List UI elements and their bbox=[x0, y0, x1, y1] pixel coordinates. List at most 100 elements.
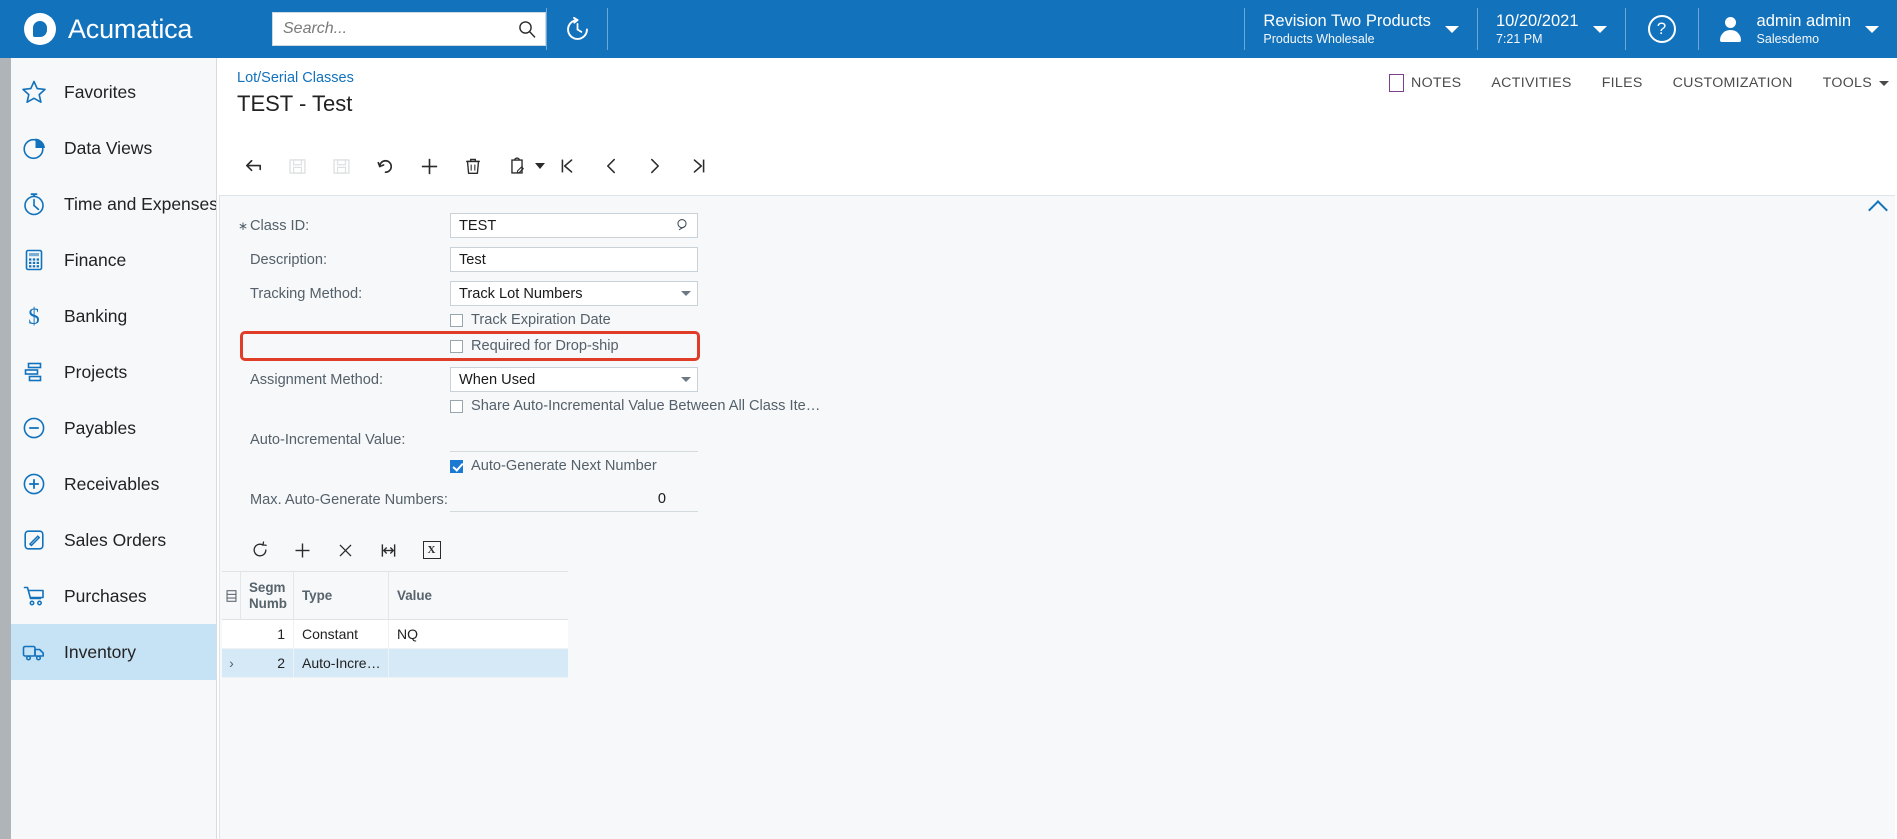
sidebar-item-receivables[interactable]: Receivables bbox=[0, 456, 216, 512]
activities-label: ACTIVITIES bbox=[1491, 75, 1572, 91]
main-navigation-sidebar: Favorites Data Views Time and Expenses F… bbox=[0, 58, 217, 839]
checkbox-row-auto-generate-next[interactable]: Auto-Generate Next Number bbox=[250, 453, 1895, 479]
assignment-method-select[interactable]: When Used bbox=[450, 367, 698, 392]
notes-button[interactable]: NOTES bbox=[1389, 74, 1461, 92]
search-input[interactable] bbox=[283, 20, 517, 38]
segment-number-line1: Segm bbox=[249, 579, 286, 595]
sidebar-scroll-rail[interactable] bbox=[0, 58, 11, 839]
first-record-icon[interactable] bbox=[545, 146, 589, 186]
sidebar-item-purchases[interactable]: Purchases bbox=[0, 568, 216, 624]
table-row[interactable]: 1 Constant NQ bbox=[222, 620, 568, 649]
calculator-icon bbox=[20, 247, 47, 274]
column-header-value[interactable]: Value bbox=[389, 572, 567, 619]
fit-columns-icon[interactable] bbox=[367, 532, 410, 568]
sidebar-item-inventory[interactable]: Inventory bbox=[0, 624, 216, 680]
tools-label: TOOLS bbox=[1822, 75, 1872, 91]
auto-generate-next-checkbox[interactable] bbox=[450, 459, 463, 473]
chevron-down-icon[interactable] bbox=[681, 377, 691, 382]
sidebar-item-finance[interactable]: Finance bbox=[0, 232, 216, 288]
table-row[interactable]: › 2 Auto-Incre… bbox=[222, 649, 568, 678]
column-header-segment-number[interactable]: Segm Numb bbox=[241, 572, 294, 619]
sidebar-item-data-views[interactable]: Data Views bbox=[0, 120, 216, 176]
clipboard-icon[interactable] bbox=[495, 146, 539, 186]
chevron-down-icon bbox=[1879, 80, 1889, 86]
sidebar-item-payables[interactable]: Payables bbox=[0, 400, 216, 456]
cell-type[interactable]: Auto-Incre… bbox=[294, 649, 389, 677]
recently-viewed-clock-icon[interactable] bbox=[547, 0, 607, 58]
tools-button[interactable]: TOOLS bbox=[1823, 75, 1889, 91]
lookup-search-icon[interactable] bbox=[676, 218, 691, 233]
sidebar-item-list: Favorites Data Views Time and Expenses F… bbox=[0, 58, 216, 680]
chevron-down-icon bbox=[1865, 25, 1879, 33]
minus-circle-icon bbox=[20, 415, 47, 442]
cell-segment-number[interactable]: 2 bbox=[241, 649, 294, 677]
column-header-type[interactable]: Type bbox=[294, 572, 389, 619]
sidebar-item-time-and-expenses[interactable]: Time and Expenses bbox=[0, 176, 216, 232]
track-expiration-label: Track Expiration Date bbox=[471, 312, 611, 328]
previous-record-icon[interactable] bbox=[589, 146, 633, 186]
user-name: admin admin bbox=[1756, 12, 1851, 30]
brand-home-button[interactable]: Acumatica bbox=[0, 0, 258, 58]
field-row-tracking-method: Tracking Method: Track Lot Numbers bbox=[250, 280, 1895, 307]
cell-segment-number[interactable]: 1 bbox=[241, 620, 294, 648]
checkbox-row-share-auto-incremental[interactable]: Share Auto-Incremental Value Between All… bbox=[250, 393, 1895, 419]
svg-text:$: $ bbox=[28, 304, 40, 329]
next-record-icon[interactable] bbox=[633, 146, 677, 186]
business-date-selector[interactable]: 10/20/2021 7:21 PM bbox=[1478, 0, 1625, 58]
description-input[interactable]: Test bbox=[450, 247, 698, 272]
activities-button[interactable]: ACTIVITIES bbox=[1491, 75, 1571, 91]
plus-icon[interactable] bbox=[407, 146, 451, 186]
sidebar-item-sales-orders[interactable]: Sales Orders bbox=[0, 512, 216, 568]
assignment-method-label: Assignment Method: bbox=[250, 371, 384, 388]
chevron-down-icon bbox=[1592, 25, 1607, 33]
sidebar-item-banking[interactable]: $ Banking bbox=[0, 288, 216, 344]
search-icon[interactable] bbox=[517, 19, 537, 39]
max-auto-generate-input[interactable]: 0 bbox=[450, 487, 698, 512]
track-expiration-checkbox[interactable] bbox=[450, 313, 463, 327]
export-excel-icon[interactable]: X bbox=[410, 532, 453, 568]
checkbox-row-required-dropship[interactable]: Required for Drop-ship bbox=[250, 333, 1895, 359]
customization-button[interactable]: CUSTOMIZATION bbox=[1673, 75, 1793, 91]
user-menu[interactable]: admin admin Salesdemo bbox=[1699, 0, 1897, 58]
brand-name: Acumatica bbox=[68, 13, 193, 44]
files-button[interactable]: FILES bbox=[1602, 75, 1643, 91]
description-label: Description: bbox=[250, 251, 328, 268]
delete-row-icon[interactable] bbox=[324, 532, 367, 568]
chevron-down-icon[interactable] bbox=[681, 291, 691, 296]
description-value: Test bbox=[459, 251, 486, 268]
form-fields: Class ID: TEST Description: bbox=[220, 196, 1895, 513]
cell-value[interactable]: NQ bbox=[389, 620, 567, 648]
row-select-icon[interactable] bbox=[222, 572, 241, 619]
back-arrow-icon[interactable] bbox=[231, 146, 275, 186]
undo-icon[interactable] bbox=[363, 146, 407, 186]
shopping-cart-icon bbox=[20, 583, 47, 610]
help-button[interactable]: ? bbox=[1626, 0, 1698, 58]
customization-label: CUSTOMIZATION bbox=[1672, 75, 1793, 91]
tracking-method-select[interactable]: Track Lot Numbers bbox=[450, 281, 698, 306]
trash-icon[interactable] bbox=[451, 146, 495, 186]
save-and-back-icon bbox=[275, 146, 319, 186]
last-record-icon[interactable] bbox=[677, 146, 721, 186]
auto-incremental-value-input[interactable] bbox=[450, 427, 698, 452]
stopwatch-icon bbox=[20, 191, 47, 218]
clipboard-dropdown-caret-icon[interactable] bbox=[535, 163, 545, 169]
add-row-icon[interactable] bbox=[281, 532, 324, 568]
sidebar-item-label: Data Views bbox=[64, 137, 153, 158]
required-dropship-checkbox[interactable] bbox=[450, 339, 463, 353]
sidebar-item-favorites[interactable]: Favorites bbox=[0, 64, 216, 120]
cell-value[interactable] bbox=[389, 649, 567, 677]
checkbox-row-track-expiration[interactable]: Track Expiration Date bbox=[250, 307, 1895, 333]
share-auto-incremental-checkbox[interactable] bbox=[450, 399, 463, 413]
search-box[interactable] bbox=[272, 12, 546, 46]
class-id-input[interactable]: TEST bbox=[450, 213, 698, 238]
sidebar-item-label: Time and Expenses bbox=[64, 193, 217, 214]
refresh-icon[interactable] bbox=[238, 532, 281, 568]
sidebar-item-projects[interactable]: Projects bbox=[0, 344, 216, 400]
export-excel-glyph: X bbox=[422, 541, 441, 559]
company-branch-selector[interactable]: Revision Two Products Products Wholesale bbox=[1245, 0, 1477, 58]
row-indicator bbox=[222, 620, 241, 648]
page-header-actions: NOTES ACTIVITIES FILES CUSTOMIZATION TOO… bbox=[1389, 74, 1889, 92]
cell-type[interactable]: Constant bbox=[294, 620, 389, 648]
